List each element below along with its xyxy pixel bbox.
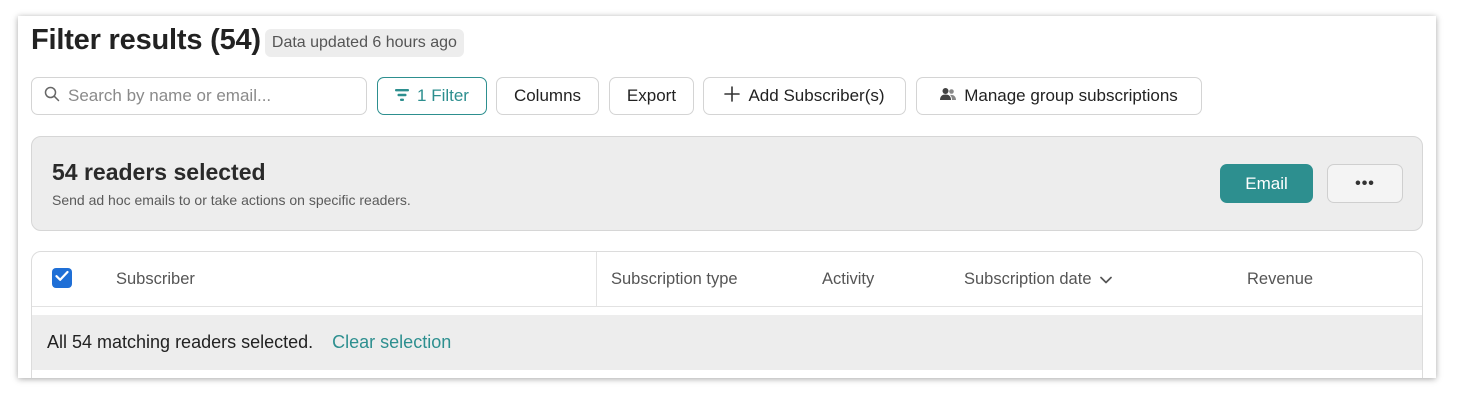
column-header-revenue: Revenue [1247, 270, 1314, 288]
selection-banner: All 54 matching readers selected. Clear … [32, 315, 1422, 370]
columns-label: Columns [513, 86, 582, 105]
chevron-down-icon [1099, 276, 1112, 284]
column-header-subscriber: Subscriber [116, 270, 195, 288]
subscription-date-label: Subscription date [964, 270, 1092, 288]
page-title: Filter results (54) [31, 24, 261, 56]
selection-description: Send ad hoc emails to or take actions on… [52, 192, 411, 208]
filter-results-panel: Filter results (54) Data updated 6 hours… [18, 16, 1436, 378]
more-actions-button[interactable]: ••• [1327, 164, 1403, 203]
columns-button[interactable]: Columns [496, 77, 599, 115]
add-subscriber-label: Add Subscriber(s) [748, 86, 885, 105]
filter-label: 1 Filter [417, 86, 469, 105]
export-label: Export [626, 86, 677, 105]
selection-banner-text: All 54 matching readers selected. [47, 332, 314, 352]
search-input[interactable]: Search by name or email... [31, 77, 367, 115]
search-icon [44, 86, 68, 107]
clear-selection-link[interactable]: Clear selection [332, 332, 451, 353]
export-button[interactable]: Export [609, 77, 694, 115]
more-icon: ••• [1355, 174, 1375, 192]
column-header-subscription-type: Subscription type [611, 270, 738, 288]
data-updated-badge: Data updated 6 hours ago [264, 28, 464, 57]
email-button[interactable]: Email [1220, 164, 1313, 203]
column-divider [596, 252, 597, 306]
header: Filter results (54) Data updated 6 hours… [31, 24, 464, 57]
selection-panel: 54 readers selected Send ad hoc emails t… [31, 136, 1423, 231]
users-icon [940, 86, 964, 106]
plus-icon [724, 85, 748, 107]
table-header: Subscriber Subscription type Activity Su… [32, 252, 1422, 307]
filter-icon [395, 86, 417, 106]
add-subscriber-button[interactable]: Add Subscriber(s) [703, 77, 906, 115]
check-icon [55, 269, 69, 287]
manage-group-label: Manage group subscriptions [964, 86, 1178, 105]
search-placeholder: Search by name or email... [68, 86, 272, 105]
column-header-subscription-date[interactable]: Subscription date [964, 270, 1112, 289]
select-all-checkbox[interactable] [52, 268, 72, 288]
selected-count-title: 54 readers selected [52, 159, 266, 185]
column-header-activity: Activity [822, 270, 875, 288]
manage-group-subscriptions-button[interactable]: Manage group subscriptions [916, 77, 1202, 115]
subscribers-table: Subscriber Subscription type Activity Su… [31, 251, 1423, 378]
email-label: Email [1245, 173, 1288, 193]
filter-button[interactable]: 1 Filter [377, 77, 487, 115]
